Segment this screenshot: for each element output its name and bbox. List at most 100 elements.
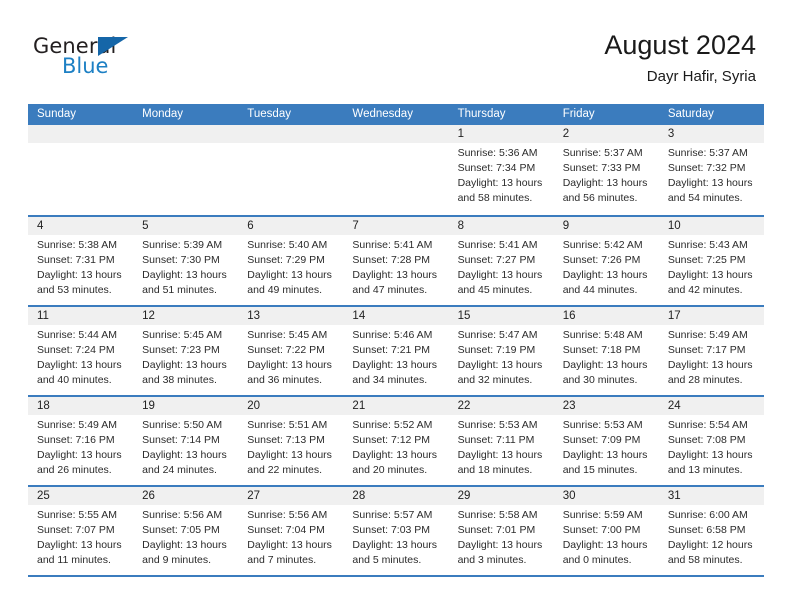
day-number-band: 8	[448, 217, 554, 235]
day-cell[interactable]: 21 Sunrise: 5:52 AM Sunset: 7:12 PM Dayl…	[343, 397, 449, 485]
day-details	[238, 143, 343, 146]
day-cell[interactable]: 30 Sunrise: 5:59 AM Sunset: 7:00 PM Dayl…	[553, 487, 659, 575]
day-cell[interactable]: 8 Sunrise: 5:41 AM Sunset: 7:27 PM Dayli…	[448, 217, 554, 305]
day-number: 31	[667, 490, 681, 502]
daylight-text-line2: and 9 minutes.	[142, 554, 212, 566]
sunset-text: Sunset: 7:31 PM	[37, 254, 115, 266]
day-cell[interactable]: 11 Sunrise: 5:44 AM Sunset: 7:24 PM Dayl…	[28, 307, 134, 395]
sunrise-text: Sunrise: 5:59 AM	[562, 509, 643, 521]
day-cell[interactable]: 5 Sunrise: 5:39 AM Sunset: 7:30 PM Dayli…	[133, 217, 239, 305]
sunset-text: Sunset: 7:24 PM	[37, 344, 115, 356]
day-cell[interactable]: 31 Sunrise: 6:00 AM Sunset: 6:58 PM Dayl…	[658, 487, 764, 575]
day-cell[interactable]: 19 Sunrise: 5:50 AM Sunset: 7:14 PM Dayl…	[133, 397, 239, 485]
sunset-text: Sunset: 7:00 PM	[562, 524, 641, 536]
day-number-band: 21	[343, 397, 449, 415]
day-cell[interactable]: 10 Sunrise: 5:43 AM Sunset: 7:25 PM Dayl…	[658, 217, 764, 305]
day-cell[interactable]: 27 Sunrise: 5:56 AM Sunset: 7:04 PM Dayl…	[238, 487, 344, 575]
sunrise-text: Sunrise: 5:58 AM	[457, 509, 538, 521]
day-details: Sunrise: 5:58 AM Sunset: 7:01 PM Dayligh…	[449, 505, 554, 568]
day-details: Sunrise: 5:45 AM Sunset: 7:23 PM Dayligh…	[133, 325, 238, 388]
day-number-band: 2	[553, 125, 659, 143]
sunset-text: Sunset: 7:17 PM	[667, 344, 746, 356]
daylight-text-line1: Daylight: 13 hours	[667, 359, 753, 371]
daylight-text-line1: Daylight: 13 hours	[142, 449, 227, 461]
daylight-text-line2: and 49 minutes.	[247, 284, 322, 296]
daylight-text-line1: Daylight: 13 hours	[37, 449, 122, 461]
day-cell[interactable]: 6 Sunrise: 5:40 AM Sunset: 7:29 PM Dayli…	[238, 217, 344, 305]
sunrise-text: Sunrise: 5:37 AM	[562, 147, 643, 159]
day-cell[interactable]: 24 Sunrise: 5:54 AM Sunset: 7:08 PM Dayl…	[658, 397, 764, 485]
daylight-text-line1: Daylight: 13 hours	[562, 449, 648, 461]
daylight-text-line1: Daylight: 13 hours	[667, 449, 753, 461]
day-number: 25	[37, 490, 50, 502]
day-number-band	[343, 125, 449, 143]
sunrise-text: Sunrise: 5:42 AM	[562, 239, 643, 251]
daylight-text-line2: and 38 minutes.	[142, 374, 217, 386]
sunrise-text: Sunrise: 5:37 AM	[667, 147, 748, 159]
day-number-band: 6	[238, 217, 344, 235]
day-details: Sunrise: 5:56 AM Sunset: 7:04 PM Dayligh…	[238, 505, 343, 568]
sunset-text: Sunset: 7:07 PM	[37, 524, 115, 536]
daylight-text-line2: and 58 minutes.	[457, 192, 533, 204]
day-details: Sunrise: 5:43 AM Sunset: 7:25 PM Dayligh…	[659, 235, 764, 298]
sunset-text: Sunset: 7:30 PM	[142, 254, 220, 266]
sunrise-text: Sunrise: 5:44 AM	[37, 329, 117, 341]
sunrise-text: Sunrise: 5:56 AM	[142, 509, 223, 521]
week-row: 25 Sunrise: 5:55 AM Sunset: 7:07 PM Dayl…	[28, 485, 764, 575]
day-details: Sunrise: 6:00 AM Sunset: 6:58 PM Dayligh…	[659, 505, 764, 568]
day-cell[interactable]: 20 Sunrise: 5:51 AM Sunset: 7:13 PM Dayl…	[238, 397, 344, 485]
day-cell[interactable]: 9 Sunrise: 5:42 AM Sunset: 7:26 PM Dayli…	[553, 217, 659, 305]
day-details: Sunrise: 5:36 AM Sunset: 7:34 PM Dayligh…	[449, 143, 554, 206]
daylight-text-line1: Daylight: 13 hours	[562, 177, 648, 189]
day-details: Sunrise: 5:49 AM Sunset: 7:17 PM Dayligh…	[659, 325, 764, 388]
daylight-text-line2: and 18 minutes.	[457, 464, 533, 476]
day-number: 4	[37, 220, 44, 232]
day-cell[interactable]: 15 Sunrise: 5:47 AM Sunset: 7:19 PM Dayl…	[448, 307, 554, 395]
sunset-text: Sunset: 7:03 PM	[352, 524, 431, 536]
day-cell[interactable]: 26 Sunrise: 5:56 AM Sunset: 7:05 PM Dayl…	[133, 487, 239, 575]
day-number-band: 15	[448, 307, 554, 325]
sunrise-text: Sunrise: 5:56 AM	[247, 509, 328, 521]
daylight-text-line2: and 56 minutes.	[562, 192, 638, 204]
day-number: 10	[667, 220, 681, 232]
daylight-text-line2: and 28 minutes.	[667, 374, 743, 386]
day-number: 18	[37, 400, 50, 412]
day-cell[interactable]: 16 Sunrise: 5:48 AM Sunset: 7:18 PM Dayl…	[553, 307, 659, 395]
day-cell[interactable]: 12 Sunrise: 5:45 AM Sunset: 7:23 PM Dayl…	[133, 307, 239, 395]
daylight-text-line2: and 54 minutes.	[667, 192, 743, 204]
daylight-text-line1: Daylight: 13 hours	[352, 269, 438, 281]
day-details: Sunrise: 5:37 AM Sunset: 7:32 PM Dayligh…	[659, 143, 764, 206]
week-row: 4 Sunrise: 5:38 AM Sunset: 7:31 PM Dayli…	[28, 215, 764, 305]
daylight-text-line2: and 47 minutes.	[352, 284, 428, 296]
day-cell[interactable]: 1 Sunrise: 5:36 AM Sunset: 7:34 PM Dayli…	[448, 125, 554, 215]
day-number: 1	[457, 128, 464, 140]
weekday-header-row: Sunday Monday Tuesday Wednesday Thursday…	[28, 104, 764, 125]
day-cell[interactable]: 3 Sunrise: 5:37 AM Sunset: 7:32 PM Dayli…	[658, 125, 764, 215]
day-cell[interactable]: 4 Sunrise: 5:38 AM Sunset: 7:31 PM Dayli…	[28, 217, 134, 305]
day-cell[interactable]: 23 Sunrise: 5:53 AM Sunset: 7:09 PM Dayl…	[553, 397, 659, 485]
daylight-text-line1: Daylight: 13 hours	[562, 269, 648, 281]
daylight-text-line1: Daylight: 12 hours	[667, 539, 753, 551]
day-cell[interactable]: 25 Sunrise: 5:55 AM Sunset: 7:07 PM Dayl…	[28, 487, 134, 575]
day-cell[interactable]: 17 Sunrise: 5:49 AM Sunset: 7:17 PM Dayl…	[658, 307, 764, 395]
sunrise-text: Sunrise: 5:48 AM	[562, 329, 643, 341]
day-cell[interactable]: 13 Sunrise: 5:45 AM Sunset: 7:22 PM Dayl…	[238, 307, 344, 395]
general-blue-logo[interactable]: General Blue	[33, 36, 213, 88]
daylight-text-line1: Daylight: 13 hours	[457, 539, 543, 551]
sunrise-text: Sunrise: 5:41 AM	[352, 239, 433, 251]
day-number: 19	[142, 400, 155, 412]
day-cell[interactable]: 2 Sunrise: 5:37 AM Sunset: 7:33 PM Dayli…	[553, 125, 659, 215]
day-number: 26	[142, 490, 155, 502]
day-cell[interactable]: 7 Sunrise: 5:41 AM Sunset: 7:28 PM Dayli…	[343, 217, 449, 305]
sunset-text: Sunset: 7:01 PM	[457, 524, 536, 536]
day-cell[interactable]: 29 Sunrise: 5:58 AM Sunset: 7:01 PM Dayl…	[448, 487, 554, 575]
day-cell[interactable]: 18 Sunrise: 5:49 AM Sunset: 7:16 PM Dayl…	[28, 397, 134, 485]
day-cell[interactable]: 14 Sunrise: 5:46 AM Sunset: 7:21 PM Dayl…	[343, 307, 449, 395]
day-number: 17	[667, 310, 681, 322]
day-cell[interactable]: 28 Sunrise: 5:57 AM Sunset: 7:03 PM Dayl…	[343, 487, 449, 575]
day-cell[interactable]: 22 Sunrise: 5:53 AM Sunset: 7:11 PM Dayl…	[448, 397, 554, 485]
day-number: 13	[247, 310, 261, 322]
daylight-text-line1: Daylight: 13 hours	[37, 539, 122, 551]
sunrise-text: Sunrise: 5:41 AM	[457, 239, 538, 251]
daylight-text-line2: and 30 minutes.	[562, 374, 638, 386]
